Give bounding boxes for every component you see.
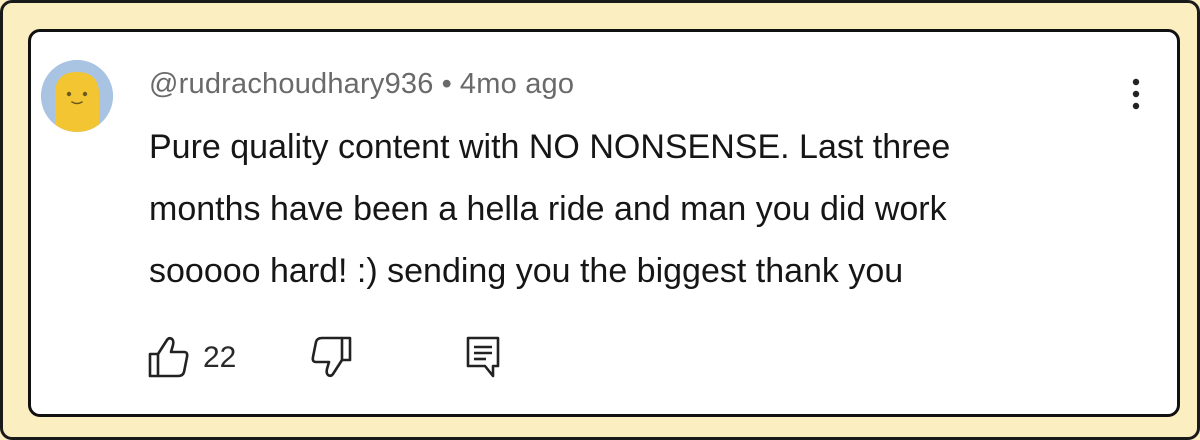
- smiley-avatar-icon: [41, 60, 113, 132]
- author-handle[interactable]: @rudrachoudhary936: [149, 68, 434, 100]
- like-button[interactable]: [147, 332, 191, 382]
- comment-text: Pure quality content with NO NONSENSE. L…: [149, 116, 1129, 302]
- more-options-button[interactable]: [1121, 72, 1151, 122]
- comment-text-line: Pure quality content with NO NONSENSE. L…: [149, 128, 951, 166]
- outer-frame: @rudrachoudhary936 • 4mo ago Pure quality …: [0, 0, 1200, 440]
- comment-meta: @rudrachoudhary936 • 4mo ago: [149, 68, 574, 101]
- comment-text-line: sooooo hard! :) sending you the biggest …: [149, 252, 904, 290]
- reply-comment-icon: [466, 336, 500, 378]
- avatar[interactable]: [41, 60, 113, 132]
- like-count: 22: [203, 341, 237, 374]
- comment-card: @rudrachoudhary936 • 4mo ago Pure quality …: [28, 29, 1180, 417]
- dislike-button[interactable]: [309, 332, 353, 382]
- comment-timestamp[interactable]: 4mo ago: [460, 68, 574, 100]
- more-vert-icon: [1132, 78, 1140, 110]
- meta-separator: •: [441, 68, 452, 100]
- comment-text-line: months have been a hella ride and man yo…: [149, 190, 947, 228]
- reply-button[interactable]: [461, 332, 505, 382]
- thumbs-up-icon: [148, 336, 189, 378]
- thumbs-down-icon: [311, 336, 352, 378]
